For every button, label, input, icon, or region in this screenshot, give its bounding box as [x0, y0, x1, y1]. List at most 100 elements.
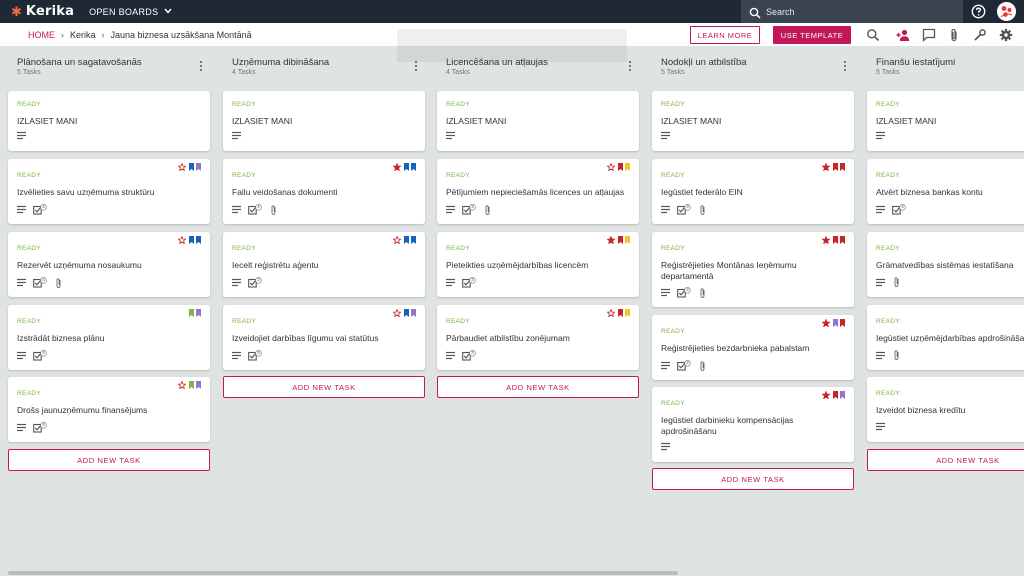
tag-flag-icon [196, 381, 201, 389]
task-card[interactable]: READY Iegūstiet uzņēmējdarbības apdrošinā… [867, 305, 1024, 370]
board-search-icon[interactable] [866, 28, 880, 42]
learn-more-button[interactable]: LEARN MORE [690, 26, 760, 44]
task-card[interactable]: READY IZLASIET MANI [867, 91, 1024, 151]
checklist-count: 4 [42, 422, 45, 428]
task-title: Iecelt reģistrētu aģentu [232, 260, 319, 270]
task-card[interactable]: READY Reģistrējieties Montānas Ieņēmumu d… [652, 232, 854, 307]
task-title: Pieteikties uzņēmējdarbības licencēm [446, 260, 589, 270]
task-status: READY [446, 318, 470, 325]
column-title[interactable]: Finanšu iestatījumi [876, 57, 1024, 68]
task-status: READY [446, 101, 470, 108]
tag-flag-icon [189, 381, 194, 389]
checklist-count: 3 [257, 350, 260, 356]
task-card[interactable]: READY Izveidot biznesa kredītu [867, 377, 1024, 442]
task-card[interactable]: READY Drošs jaunuzņēmumu finansējums 4 [8, 377, 210, 442]
chevron-down-icon [164, 7, 172, 16]
column-menu-icon[interactable] [198, 61, 204, 73]
task-card[interactable]: READY IZLASIET MANI [223, 91, 425, 151]
tag-flag-icon [404, 309, 409, 317]
breadcrumb-project[interactable]: Kerika [70, 30, 96, 40]
breadcrumb: HOME › Kerika › Jauna biznesa uzsākšana … [28, 30, 252, 40]
task-title: Izvēlieties savu uzņēmuma struktūru [17, 187, 155, 197]
task-flags [393, 309, 416, 317]
horizontal-scrollbar[interactable] [8, 571, 678, 575]
checklist-icon: 3 [462, 204, 476, 215]
task-card[interactable]: READY IZLASIET MANI [8, 91, 210, 151]
kerika-logo[interactable]: ✱ Kerika [11, 4, 74, 19]
task-meta-icons: 3 [446, 277, 476, 288]
task-card[interactable]: READY Izvēlieties savu uzņēmuma struktūru… [8, 159, 210, 224]
column-header: Nodokļi un atbilstība 5 Tasks [652, 57, 854, 83]
add-new-task-button[interactable]: ADD NEW TASK [223, 376, 425, 398]
task-card[interactable]: READY Iecelt reģistrētu aģentu 3 [223, 232, 425, 297]
attachment-icon [54, 277, 62, 288]
task-card[interactable]: READY Reģistrējieties bezdarbnieka pabals… [652, 315, 854, 380]
use-template-button[interactable]: USE TEMPLATE [773, 26, 851, 44]
column-task-count: 5 Tasks [876, 69, 900, 76]
column-menu-icon[interactable] [627, 61, 633, 73]
task-flags [822, 163, 845, 171]
add-person-icon[interactable] [896, 28, 910, 42]
column-header: Licencēšana un atļaujas 4 Tasks [437, 57, 639, 83]
task-title: Izveidot biznesa kredītu [876, 405, 966, 415]
task-card[interactable]: READY Rezervēt uzņēmuma nosaukumu 4 [8, 232, 210, 297]
add-new-task-button[interactable]: ADD NEW TASK [867, 449, 1024, 471]
star-icon [822, 391, 830, 399]
open-boards-menu[interactable]: OPEN BOARDS [89, 7, 172, 17]
task-meta-icons [876, 422, 885, 431]
task-card[interactable]: READY Izstrādāt biznesa plānu 4 [8, 305, 210, 370]
task-card[interactable]: READY IZLASIET MANI [437, 91, 639, 151]
task-meta-icons [876, 350, 900, 360]
checklist-count: 3 [471, 277, 474, 283]
task-status: READY [876, 390, 900, 397]
description-icon [876, 131, 885, 140]
task-status: READY [17, 172, 41, 179]
checklist-icon: 4 [892, 204, 906, 215]
tools-icon[interactable] [973, 28, 987, 42]
column-title[interactable]: Licencēšana un atļaujas [446, 57, 639, 68]
chat-icon[interactable] [922, 28, 936, 43]
task-flags [607, 236, 630, 244]
task-title: Drošs jaunuzņēmumu finansējums [17, 405, 148, 415]
help-icon[interactable] [971, 4, 986, 19]
task-meta-icons: 3 [446, 204, 491, 215]
column-title[interactable]: Uzņēmuma dibināšana [232, 57, 425, 68]
breadcrumb-home[interactable]: HOME [28, 30, 55, 40]
task-card[interactable]: READY Grāmatvedības sistēmas iestatīšana [867, 232, 1024, 297]
checklist-count: 3 [471, 204, 474, 210]
column-menu-icon[interactable] [413, 61, 419, 73]
checklist-count: 3 [257, 277, 260, 283]
task-card[interactable]: READY Pieteikties uzņēmējdarbības licencē… [437, 232, 639, 297]
description-icon [17, 351, 26, 360]
task-title: Iegūstiet federālo EIN [661, 187, 743, 197]
task-card[interactable]: READY Atvērt biznesa bankas kontu 4 [867, 159, 1024, 224]
add-new-task-button[interactable]: ADD NEW TASK [652, 468, 854, 490]
column-title[interactable]: Nodokļi un atbilstība [661, 57, 854, 68]
star-icon [607, 309, 615, 317]
add-new-task-button[interactable]: ADD NEW TASK [8, 449, 210, 471]
description-icon [446, 351, 455, 360]
task-card[interactable]: READY IZLASIET MANI [652, 91, 854, 151]
gear-icon[interactable] [999, 28, 1013, 42]
task-card[interactable]: READY Iegūstiet federālo EIN 3 [652, 159, 854, 224]
star-icon [393, 236, 401, 244]
task-status: READY [876, 172, 900, 179]
task-flags [393, 163, 416, 171]
task-card[interactable]: READY Pētījumiem nepieciešamās licences u… [437, 159, 639, 224]
description-icon [17, 205, 26, 214]
search-input[interactable] [766, 6, 956, 17]
tag-flag-icon [625, 163, 630, 171]
global-search[interactable] [741, 0, 963, 23]
task-card[interactable]: READY Iegūstiet darbinieku kompensācijas … [652, 387, 854, 462]
add-new-task-button[interactable]: ADD NEW TASK [437, 376, 639, 398]
task-status: READY [232, 245, 256, 252]
column-title[interactable]: Plānošana un sagatavošanās [17, 57, 210, 68]
checklist-count: 4 [42, 204, 45, 210]
column-menu-icon[interactable] [842, 61, 848, 73]
task-card[interactable]: READY Izveidojiet darbības līgumu vai sta… [223, 305, 425, 370]
attachment-icon[interactable] [947, 28, 961, 42]
checklist-count: 4 [42, 277, 45, 283]
task-card[interactable]: READY Pārbaudiet atbilstību zonējumam 3 [437, 305, 639, 370]
task-card[interactable]: READY Failu veidošanas dokumenti 4 [223, 159, 425, 224]
user-avatar[interactable] [997, 2, 1016, 21]
